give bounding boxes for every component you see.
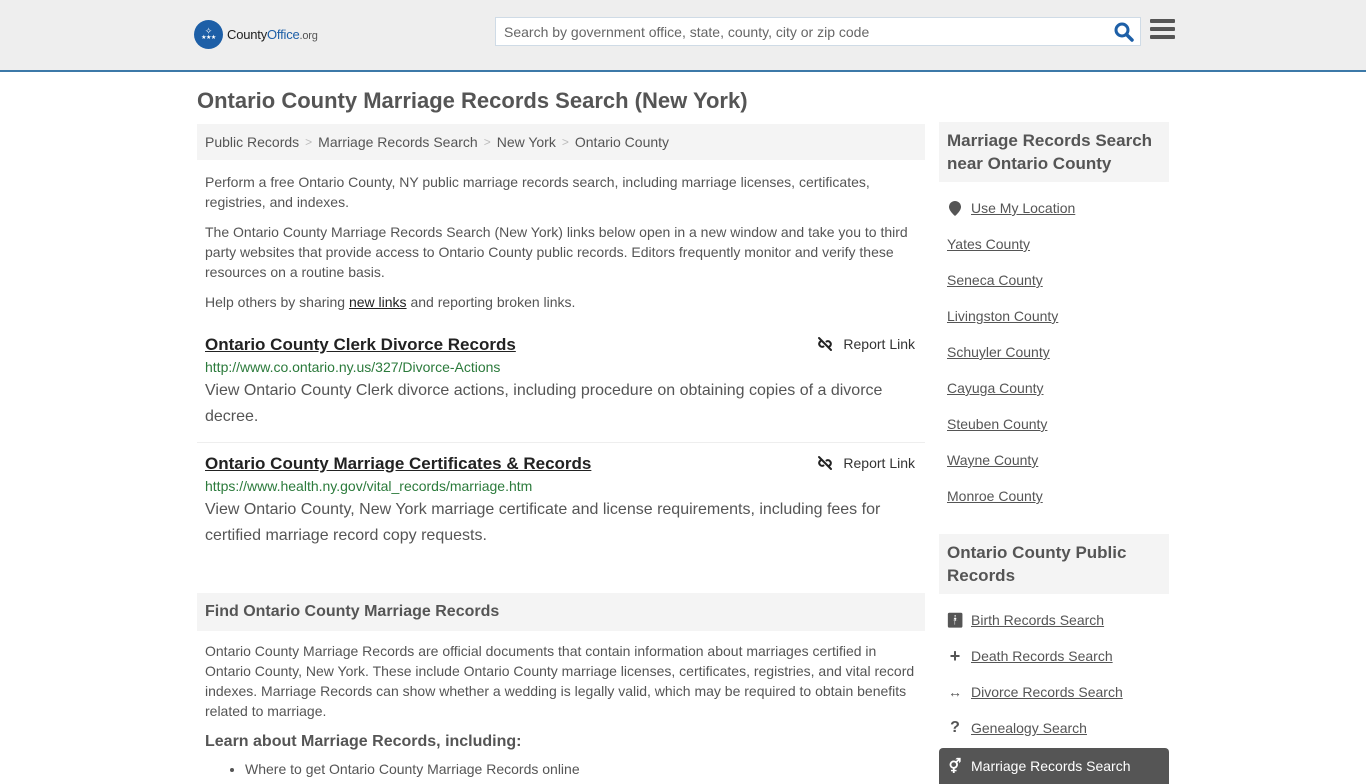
- death-records-link[interactable]: Death Records Search: [971, 648, 1113, 664]
- breadcrumb-ontario-county[interactable]: Ontario County: [575, 134, 669, 150]
- page-title: Ontario County Marriage Records Search (…: [197, 88, 748, 113]
- breadcrumb-separator: >: [561, 135, 569, 149]
- search-button[interactable]: [1114, 22, 1134, 42]
- breadcrumb-separator: >: [483, 135, 491, 149]
- search-box: [495, 17, 1141, 46]
- use-my-location-link[interactable]: Use My Location: [971, 200, 1075, 216]
- question-icon: ?: [950, 719, 960, 736]
- intro: Perform a free Ontario County, NY public…: [197, 172, 925, 312]
- logo-link[interactable]: ✧ ★★★ CountyOffice.org: [194, 20, 318, 49]
- search-input[interactable]: [496, 18, 1096, 45]
- nearby-county-item: Steuben County: [947, 406, 1161, 442]
- genealogy-link[interactable]: Genealogy Search: [971, 720, 1087, 736]
- nearby-county-item: Seneca County: [947, 262, 1161, 298]
- map-marker-icon: [947, 200, 963, 216]
- nearby-list: Use My Location Yates County Seneca Coun…: [939, 190, 1169, 514]
- nearby-county-link[interactable]: Monroe County: [947, 488, 1043, 504]
- nearby-county-item: Cayuga County: [947, 370, 1161, 406]
- nearby-county-link[interactable]: Steuben County: [947, 416, 1047, 432]
- hamburger-menu-icon: [1150, 19, 1175, 23]
- result-title-link[interactable]: Ontario County Marriage Certificates & R…: [205, 453, 591, 475]
- result-item: Ontario County Clerk Divorce Records Rep…: [197, 334, 925, 443]
- sidebar-item-marriage: ⚥ Marriage Records Search: [939, 748, 1169, 784]
- sidebar-item-genealogy: ? Genealogy Search: [947, 710, 1161, 746]
- report-link-button[interactable]: Report Link: [817, 336, 915, 352]
- use-my-location-item: Use My Location: [947, 190, 1161, 226]
- search-icon: [1114, 22, 1134, 42]
- result-description: View Ontario County, New York marriage c…: [205, 501, 881, 544]
- intro-paragraph: The Ontario County Marriage Records Sear…: [205, 224, 908, 280]
- breadcrumb-separator: >: [305, 135, 313, 149]
- nearby-county-item: Wayne County: [947, 442, 1161, 478]
- nearby-county-item: Livingston County: [947, 298, 1161, 334]
- broken-link-icon: [818, 337, 833, 351]
- birth-records-link[interactable]: Birth Records Search: [971, 612, 1104, 628]
- nearby-heading: Marriage Records Search near Ontario Cou…: [939, 122, 1169, 182]
- report-link-button[interactable]: Report Link: [817, 455, 915, 471]
- sidebar: Marriage Records Search near Ontario Cou…: [939, 122, 1169, 784]
- sidebar-item-birth: 🚹︎ Birth Records Search: [946, 602, 1161, 638]
- nearby-county-item: Schuyler County: [947, 334, 1161, 370]
- logo-text: CountyOffice.org: [227, 27, 318, 42]
- eagle-logo-icon: ✧ ★★★: [194, 20, 223, 49]
- nearby-county-link[interactable]: Yates County: [947, 236, 1030, 252]
- arrows-horizontal-icon: ↔: [948, 684, 962, 700]
- breadcrumb-public-records[interactable]: Public Records: [205, 134, 299, 150]
- result-url[interactable]: http://www.co.ontario.ny.us/327/Divorce-…: [205, 358, 917, 376]
- public-records-list: 🚹︎ Birth Records Search + Death Records …: [939, 602, 1169, 784]
- nearby-county-item: Monroe County: [947, 478, 1161, 514]
- result-title-link[interactable]: Ontario County Clerk Divorce Records: [205, 334, 516, 356]
- result-url[interactable]: https://www.health.ny.gov/vital_records/…: [205, 477, 917, 495]
- nearby-county-item: Yates County: [947, 226, 1161, 262]
- result-description: View Ontario County Clerk divorce action…: [205, 382, 883, 425]
- nearby-county-link[interactable]: Seneca County: [947, 272, 1043, 288]
- breadcrumb-new-york[interactable]: New York: [497, 134, 556, 150]
- nearby-county-link[interactable]: Schuyler County: [947, 344, 1050, 360]
- main-content: Public Records > Marriage Records Search…: [197, 124, 925, 779]
- breadcrumb-marriage-records-search[interactable]: Marriage Records Search: [318, 134, 478, 150]
- learn-list-item: Where to get Ontario County Marriage Rec…: [245, 759, 917, 779]
- nearby-county-link[interactable]: Wayne County: [947, 452, 1038, 468]
- sidebar-item-death: + Death Records Search: [947, 638, 1161, 674]
- public-records-heading: Ontario County Public Records: [939, 534, 1169, 594]
- intro-paragraph: Perform a free Ontario County, NY public…: [205, 174, 870, 210]
- marriage-records-link[interactable]: Marriage Records Search: [971, 758, 1131, 774]
- nearby-county-link[interactable]: Cayuga County: [947, 380, 1044, 396]
- hamburger-menu-button[interactable]: [1150, 19, 1175, 41]
- sidebar-item-divorce: ↔ Divorce Records Search: [947, 674, 1161, 710]
- marriage-symbol-icon: ⚥: [948, 757, 962, 774]
- result-item: Ontario County Marriage Certificates & R…: [197, 453, 925, 549]
- learn-heading: Learn about Marriage Records, including:: [205, 733, 522, 750]
- broken-link-icon: [818, 456, 833, 470]
- breadcrumb: Public Records > Marriage Records Search…: [197, 124, 925, 160]
- share-links-paragraph: Help others by sharing new links and rep…: [205, 294, 576, 310]
- new-links-link[interactable]: new links: [349, 294, 407, 310]
- site-header: ✧ ★★★ CountyOffice.org: [0, 0, 1366, 72]
- nearby-county-link[interactable]: Livingston County: [947, 308, 1058, 324]
- find-records-heading: Find Ontario County Marriage Records: [197, 593, 925, 631]
- divorce-records-link[interactable]: Divorce Records Search: [971, 684, 1123, 700]
- find-records-paragraph: Ontario County Marriage Records are offi…: [205, 643, 915, 719]
- learn-list: Where to get Ontario County Marriage Rec…: [205, 759, 917, 779]
- baby-icon: 🚹︎: [946, 611, 964, 628]
- cross-icon: +: [949, 645, 961, 666]
- find-records-section: Ontario County Marriage Records are offi…: [197, 641, 925, 779]
